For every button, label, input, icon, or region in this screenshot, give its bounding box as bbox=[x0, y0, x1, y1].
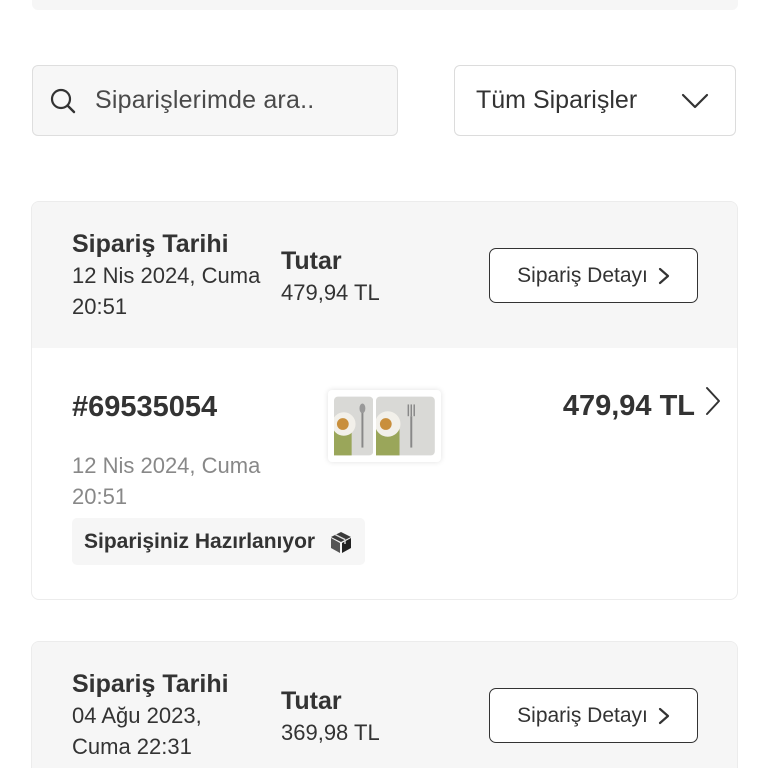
order-date-title: Sipariş Tarihi bbox=[72, 230, 229, 258]
order-card: Sipariş Tarihi 12 Nis 2024, Cuma 20:51 T… bbox=[31, 201, 738, 600]
product-image bbox=[376, 396, 435, 456]
order-detail-label: Sipariş Detayı bbox=[517, 703, 648, 727]
order-card-header: Sipariş Tarihi 12 Nis 2024, Cuma 20:51 T… bbox=[32, 202, 737, 348]
order-date-line: 12 Nis 2024, Cuma bbox=[72, 263, 261, 288]
search-input[interactable]: Siparişlerimde ara.. bbox=[32, 65, 398, 136]
order-card-header: Sipariş Tarihi 04 Ağu 2023, Cuma 22:31 T… bbox=[32, 642, 737, 768]
chevron-down-icon bbox=[681, 93, 709, 108]
order-amount-title: Tutar bbox=[281, 687, 342, 715]
order-body-date: 12 Nis 2024, Cuma 20:51 bbox=[72, 450, 292, 512]
order-summary-row[interactable]: #69535054 12 Nis 2024, Cuma 20:51 Sipari… bbox=[32, 348, 737, 599]
chevron-right-icon bbox=[658, 707, 669, 724]
order-filter-dropdown[interactable]: Tüm Siparişler bbox=[454, 65, 736, 136]
order-number: #69535054 bbox=[72, 391, 218, 423]
order-date-block: Sipariş Tarihi 12 Nis 2024, Cuma 20:51 bbox=[72, 228, 282, 322]
package-icon bbox=[331, 531, 352, 553]
order-amount-value: 479,94 TL bbox=[281, 280, 380, 305]
order-detail-button[interactable]: Sipariş Detayı bbox=[489, 248, 698, 303]
order-card: Sipariş Tarihi 04 Ağu 2023, Cuma 22:31 T… bbox=[31, 641, 738, 768]
order-amount-block: Tutar 369,98 TL bbox=[281, 685, 380, 748]
order-date-title: Sipariş Tarihi bbox=[72, 670, 229, 698]
order-amount-value: 369,98 TL bbox=[281, 720, 380, 745]
order-date-block: Sipariş Tarihi 04 Ağu 2023, Cuma 22:31 bbox=[72, 668, 282, 762]
order-body-time-line: 20:51 bbox=[72, 484, 128, 509]
chevron-right-icon bbox=[658, 267, 669, 284]
filter-selected-label: Tüm Siparişler bbox=[476, 86, 638, 114]
product-thumbnails[interactable] bbox=[328, 390, 441, 462]
order-detail-label: Sipariş Detayı bbox=[517, 263, 648, 287]
order-total: 479,94 TL bbox=[562, 390, 695, 422]
order-body-date-line: 12 Nis 2024, Cuma bbox=[72, 453, 261, 478]
previous-card-edge bbox=[32, 0, 738, 10]
order-amount-title: Tutar bbox=[281, 247, 342, 275]
status-label: Siparişiniz Hazırlanıyor bbox=[84, 529, 316, 553]
order-detail-button[interactable]: Sipariş Detayı bbox=[489, 688, 698, 743]
order-amount-block: Tutar 479,94 TL bbox=[281, 245, 380, 308]
order-time-line: Cuma 22:31 bbox=[72, 734, 192, 759]
product-image bbox=[334, 396, 374, 456]
order-date-line: 04 Ağu 2023, bbox=[72, 703, 202, 728]
search-placeholder: Siparişlerimde ara.. bbox=[95, 86, 315, 114]
chevron-right-icon[interactable] bbox=[705, 386, 721, 416]
search-icon bbox=[50, 88, 76, 113]
status-badge: Siparişiniz Hazırlanıyor bbox=[72, 518, 366, 565]
order-time-line: 20:51 bbox=[72, 294, 128, 319]
